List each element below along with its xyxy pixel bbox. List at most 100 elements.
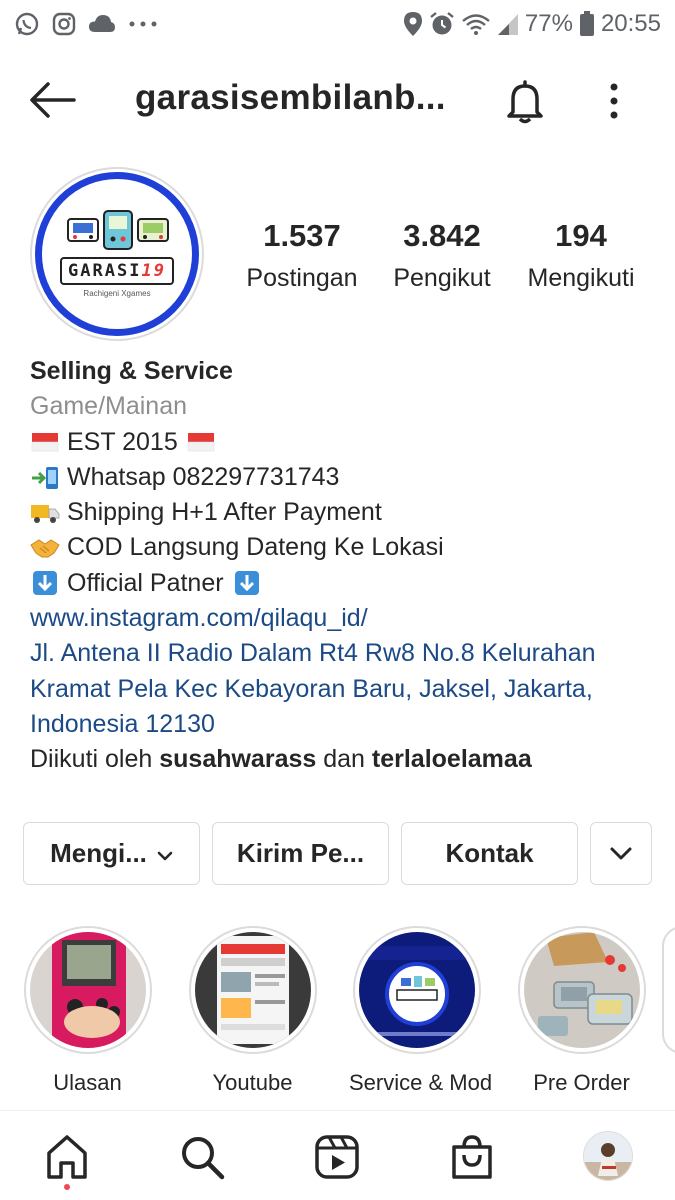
profile-actions: Mengi... Kirim Pe... Kontak: [23, 822, 653, 885]
wifi-icon: [461, 12, 491, 36]
highlight-thumbnail: [29, 932, 146, 1048]
chevron-down-icon: [157, 838, 173, 869]
bell-icon: [507, 80, 543, 124]
story-highlights: Ulasan Youtube Service & Mod Pre Order: [0, 926, 675, 1096]
highlight-label: Service & Mod: [349, 1070, 493, 1095]
bio-website-link[interactable]: www.instagram.com/qilaqu_id/: [30, 601, 660, 636]
followers-label: Pengikut: [393, 264, 491, 292]
bio-address-line[interactable]: Indonesia 12130: [30, 707, 660, 742]
highlight-thumbnail: [523, 932, 640, 1048]
instagram-icon: [52, 12, 76, 36]
contact-button[interactable]: Kontak: [401, 822, 578, 885]
shopping-bag-icon: [452, 1135, 492, 1179]
reels-icon: [315, 1135, 359, 1179]
battery-icon: [579, 11, 595, 37]
gameboy-logo-icon: [67, 210, 169, 250]
chevron-down-icon: [609, 838, 633, 869]
back-arrow-icon: [30, 82, 76, 118]
bio-line-text: COD Langsung Dateng Ke Lokasi: [67, 533, 444, 562]
signal-icon: [497, 12, 519, 36]
avatar-logo: GARASI 19 Rachigeni Xgames: [35, 172, 199, 336]
bio-line-whatsapp: Whatsap 082297731743: [30, 460, 660, 495]
posts-value: 1.537: [263, 218, 341, 253]
down-arrow-icon: [232, 570, 262, 596]
alarm-icon: [429, 11, 455, 37]
more-dots-icon: [128, 19, 158, 29]
nav-home[interactable]: [43, 1133, 91, 1181]
highlight-thumbnail: [358, 932, 475, 1048]
truck-icon: [30, 500, 60, 526]
clock-time: 20:55: [600, 10, 661, 37]
nav-reels[interactable]: [313, 1133, 361, 1181]
following-value: 194: [555, 218, 607, 253]
bio-line-text: Shipping H+1 After Payment: [67, 498, 382, 527]
indonesia-flag-icon: [30, 429, 60, 455]
posts-label: Postingan: [246, 264, 358, 292]
highlight-youtube[interactable]: Youtube: [185, 926, 320, 1096]
highlight-label: Pre Order: [533, 1070, 630, 1095]
bottom-nav: [0, 1110, 675, 1200]
highlight-ulasan[interactable]: Ulasan: [20, 926, 155, 1096]
highlight-pre-order[interactable]: Pre Order: [514, 926, 649, 1096]
message-button[interactable]: Kirim Pe...: [212, 822, 389, 885]
handshake-icon: [30, 535, 60, 561]
following-label: Mengikuti: [527, 264, 635, 292]
followed-by[interactable]: Diikuti oleh susahwarass dan terlaloelam…: [30, 742, 660, 777]
suggested-accounts-button[interactable]: [590, 822, 652, 885]
message-button-label: Kirim Pe...: [236, 838, 365, 868]
contact-button-label: Kontak: [445, 838, 534, 868]
back-button[interactable]: [28, 80, 76, 120]
bio-line-partner: Official Patner: [30, 566, 660, 601]
followed-by-user: susahwarass: [159, 745, 317, 774]
following-count[interactable]: 194 Mengikuti: [516, 218, 646, 293]
location-icon: [403, 11, 423, 37]
profile-avatar-icon: [584, 1132, 632, 1180]
logo-brand-number: 19: [141, 261, 166, 281]
profile-username: garasisembilanb...: [135, 78, 445, 117]
profile-avatar[interactable]: GARASI 19 Rachigeni Xgames: [30, 167, 204, 341]
followed-by-user: terlaloelamaa: [371, 745, 532, 774]
bio-line-text: Official Patner: [67, 568, 224, 597]
followed-by-prefix: Diikuti oleh: [30, 745, 153, 774]
highlight-service-mod[interactable]: Service & Mod: [349, 926, 493, 1096]
indonesia-flag-icon: [186, 429, 216, 455]
posts-count[interactable]: 1.537 Postingan: [236, 218, 368, 293]
bio-address-line[interactable]: Jl. Antena II Radio Dalam Rt4 Rw8 No.8 K…: [30, 636, 660, 671]
bio-line-text: Whatsap 082297731743: [67, 462, 340, 491]
cloud-icon: [88, 13, 116, 35]
notifications-button[interactable]: [500, 76, 550, 126]
bio-category: Game/Mainan: [30, 392, 188, 421]
logo-brand-text: GARASI: [68, 261, 142, 281]
nav-search[interactable]: [178, 1133, 226, 1181]
nav-shop[interactable]: [448, 1133, 496, 1181]
followers-value: 3.842: [403, 218, 481, 253]
bio-line-shipping: Shipping H+1 After Payment: [30, 495, 660, 530]
bio-line-est: EST 2015: [30, 425, 660, 460]
nav-profile[interactable]: [583, 1131, 633, 1181]
avatar-logo-text: GARASI 19: [60, 257, 174, 285]
bio-line-cod: COD Langsung Dateng Ke Lokasi: [30, 530, 660, 565]
status-bar: 77% 20:55: [0, 0, 675, 48]
highlight-label: Ulasan: [53, 1070, 122, 1095]
highlight-thumbnail: [194, 932, 311, 1048]
avatar-logo-subtext: Rachigeni Xgames: [83, 289, 151, 298]
following-button-label: Mengi...: [50, 838, 147, 868]
whatsapp-icon: [14, 11, 40, 37]
home-icon: [47, 1135, 87, 1179]
battery-percentage: 77%: [524, 10, 573, 37]
bio-name: Selling & Service: [30, 357, 233, 385]
more-options-button[interactable]: [598, 78, 630, 124]
following-button[interactable]: Mengi...: [23, 822, 200, 885]
highlight-label: Youtube: [212, 1070, 293, 1095]
phone-arrow-icon: [30, 465, 60, 491]
highlight-partial[interactable]: [662, 926, 675, 1054]
search-icon: [182, 1137, 225, 1180]
followed-by-connector: dan: [323, 745, 365, 774]
followers-count[interactable]: 3.842 Pengikut: [382, 218, 502, 293]
down-arrow-icon: [30, 570, 60, 596]
more-vertical-icon: [610, 83, 618, 119]
bio-line-text: EST 2015: [67, 427, 178, 456]
top-nav: garasisembilanb...: [0, 58, 675, 142]
notification-dot: [64, 1184, 70, 1190]
bio-address-line[interactable]: Kramat Pela Kec Kebayoran Baru, Jaksel, …: [30, 672, 660, 707]
